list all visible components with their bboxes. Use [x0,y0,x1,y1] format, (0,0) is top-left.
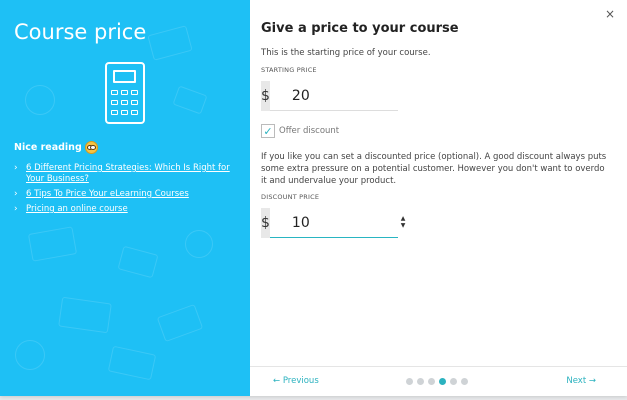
discount-price-label: DISCOUNT PRICE [261,193,320,201]
reading-title: Nice reading [14,141,98,154]
reading-link-item: › Pricing an online course [14,204,239,215]
reading-title-text: Nice reading [14,142,82,153]
offer-discount-label: Offer discount [279,126,340,136]
reading-link-pricing-strategies[interactable]: 6 Different Pricing Strategies: Which Is… [26,163,239,185]
reading-links: › 6 Different Pricing Strategies: Which … [14,163,239,219]
course-price-modal: Course price Nice reading › 6 Different … [0,0,627,396]
wizard-footer: ← Previous Next → [250,366,627,396]
step-dot-1[interactable] [406,378,413,385]
next-button[interactable]: Next → [566,376,596,386]
right-panel: × Give a price to your course This is th… [250,0,627,396]
discount-price-input[interactable] [269,208,466,238]
offer-discount-checkbox[interactable]: ✓ [261,124,275,138]
doodle-decoration [172,85,208,115]
reading-link-item: › 6 Tips To Price Your eLearning Courses [14,189,239,200]
subtitle: This is the starting price of your cours… [261,48,431,58]
doodle-decoration [185,230,213,258]
number-spinner[interactable]: ▲ ▼ [399,210,407,234]
spinner-up-icon[interactable]: ▲ [399,215,407,222]
doodle-decoration [58,296,112,334]
reading-link-elearning-tips[interactable]: 6 Tips To Price Your eLearning Courses [26,189,189,200]
nerd-face-icon [84,141,98,154]
starting-price-field: $ [261,81,466,111]
step-dot-2[interactable] [417,378,424,385]
doodle-decoration [107,345,157,381]
currency-symbol: $ [261,208,270,238]
currency-symbol: $ [261,81,270,111]
calculator-icon [105,62,145,124]
discount-explanation: If you like you can set a discounted pri… [261,152,607,186]
starting-price-input[interactable] [269,81,466,111]
offer-discount-row: ✓ Offer discount [261,124,339,138]
panel-title: Course price [14,20,147,44]
doodle-decoration [117,245,159,279]
doodle-decoration [27,226,78,262]
doodle-decoration [25,85,55,115]
chevron-right-icon: › [14,204,18,214]
page-title: Give a price to your course [261,21,459,36]
checkmark-icon: ✓ [263,124,273,138]
reading-link-item: › 6 Different Pricing Strategies: Which … [14,163,239,185]
step-indicator [406,378,468,385]
step-dot-6[interactable] [461,378,468,385]
previous-button[interactable]: ← Previous [273,376,319,386]
step-dot-4[interactable] [439,378,446,385]
reading-link-pricing-online-course[interactable]: Pricing an online course [26,204,128,215]
close-button[interactable]: × [605,7,615,21]
doodle-decoration [156,303,204,343]
spinner-down-icon[interactable]: ▼ [399,222,407,229]
step-dot-3[interactable] [428,378,435,385]
doodle-decoration [147,25,193,61]
step-dot-5[interactable] [450,378,457,385]
chevron-right-icon: › [14,189,18,199]
starting-price-label: STARTING PRICE [261,66,317,74]
left-panel: Course price Nice reading › 6 Different … [0,0,250,396]
discount-price-field: $ ▲ ▼ [261,208,466,238]
doodle-decoration [15,340,45,370]
chevron-right-icon: › [14,163,18,173]
